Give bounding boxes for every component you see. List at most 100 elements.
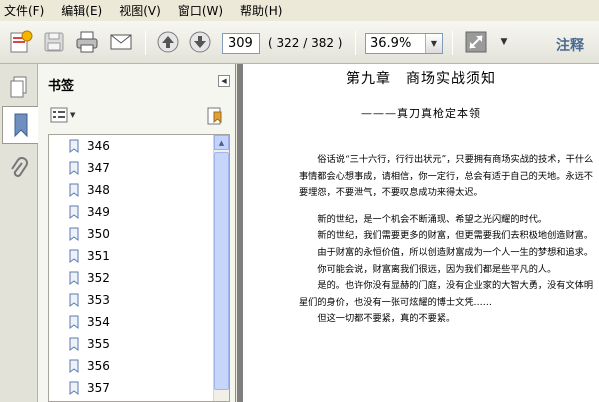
document-view[interactable]: 第九章 商场实战须知 ———真刀真枪定本领 俗话说“三十六行，行行出状元”，只要… [237,64,599,402]
list-item[interactable]: 349 [49,201,215,223]
bookmarks-panel: 书签 ◀ ▼ 346 347 348 349 350 351 352 353 3… [38,64,236,402]
bookmark-icon [69,139,79,153]
bookmark-label: 350 [87,227,110,241]
bookmark-icon [69,205,79,219]
list-item[interactable]: 351 [49,245,215,267]
list-item[interactable]: 355 [49,333,215,355]
scrollbar-thumb[interactable] [214,152,229,390]
list-item[interactable]: 347 [49,157,215,179]
bookmark-list-scrollbar[interactable]: ▲ [213,135,229,401]
arrow-up-icon [157,31,179,53]
list-item[interactable]: 346 [49,135,215,157]
bookmark-icon [69,183,79,197]
save-icon [44,32,64,52]
new-bookmark-icon [207,107,222,125]
list-item[interactable]: 356 [49,355,215,377]
zoom-select[interactable]: 36.9% ▼ [365,33,443,54]
panel-title: 书签 [48,79,75,94]
bookmark-label: 349 [87,205,110,219]
attachments-tab[interactable] [2,150,36,188]
bookmark-icon [69,315,79,329]
pages-tab[interactable] [2,68,36,106]
bookmark-items: 346 347 348 349 350 351 352 353 354 355 … [49,135,215,399]
save-button[interactable] [40,29,68,55]
collapse-panel-button[interactable]: ◀ [218,75,230,87]
list-item[interactable]: 348 [49,179,215,201]
chevron-down-icon[interactable]: ▼ [425,34,442,53]
bookmark-icon [69,227,79,241]
chevron-down-icon: ▼ [70,111,76,119]
fit-window-button[interactable] [462,29,490,55]
bookmark-list: 346 347 348 349 350 351 352 353 354 355 … [48,134,230,402]
menu-window[interactable]: 窗口(W) [178,2,223,19]
create-pdf-icon [10,30,33,53]
bookmark-label: 351 [87,249,110,263]
panel-header: 书签 ◀ [38,64,236,100]
bookmark-icon [69,293,79,307]
list-item[interactable]: 353 [49,289,215,311]
envelope-icon [110,34,132,50]
expand-icon [465,31,487,53]
paragraph: 由于财富的永恒价值，所以创造财富成为一个人一生的梦想和追求。 [317,246,594,258]
bookmark-label: 347 [87,161,110,175]
bookmark-label: 348 [87,183,110,197]
email-button[interactable] [106,29,136,55]
paragraph: 你可能会说，财富离我们很远，因为我们都是些平凡的人。 [317,263,557,275]
menu-bar: 文件(F) 编辑(E) 视图(V) 窗口(W) 帮助(H) [0,0,599,21]
list-item[interactable]: 350 [49,223,215,245]
bookmark-icon [69,337,79,351]
bookmark-label: 346 [87,139,110,153]
paragraph: 是的。也许你没有显赫的门庭，没有企业家的大智大勇，没有文体明星们的身价，也没有一… [299,280,594,308]
document-page: 第九章 商场实战须知 ———真刀真枪定本领 俗话说“三十六行，行行出状元”，只要… [243,64,599,402]
bookmark-label: 357 [87,381,110,395]
menu-edit[interactable]: 编辑(E) [61,2,102,19]
panel-tools: ▼ [38,104,236,130]
navigation-tab-strip [0,64,39,402]
bookmark-label: 352 [87,271,110,285]
paperclip-icon [11,157,28,177]
options-menu-button[interactable]: ▼ [50,107,75,123]
list-item[interactable]: 354 [49,311,215,333]
page-body: 俗话说“三十六行，行行出状元”，只要拥有商场实战的技术，干什么事情都会心想事成，… [299,152,595,328]
chapter-title: 第九章 商场实战须知 [346,71,496,87]
bookmark-label: 356 [87,359,110,373]
bookmark-icon [14,113,28,138]
bookmark-icon [69,359,79,373]
bookmark-label: 355 [87,337,110,351]
toolbar-separator [145,31,146,55]
create-pdf-button[interactable] [6,29,36,55]
more-tools-chevron-icon[interactable]: ▼ [496,29,512,55]
previous-page-button[interactable] [154,29,182,55]
bookmark-icon [69,271,79,285]
printer-icon [76,31,98,53]
bookmark-label: 354 [87,315,110,329]
toolbar-separator [452,31,453,55]
menu-help[interactable]: 帮助(H) [240,2,282,19]
paragraph: 但这一切都不要紧，真的不要紧。 [317,313,456,325]
print-button[interactable] [72,29,102,55]
page-number-input[interactable]: 309 [222,33,260,54]
paragraph: 俗话说“三十六行，行行出状元”，只要拥有商场实战的技术，干什么事情都会心想事成，… [299,154,594,199]
toolbar: 309 ( 322 / 382 ) 36.9% ▼ ▼ 注释 [0,21,599,64]
annotations-button[interactable]: 注释 [556,35,584,55]
paragraph: 新的世纪，我们需要更多的财富，但更需要我们去积极地创造财富。 [317,230,594,242]
zoom-value: 36.9% [370,36,412,51]
new-bookmark-button[interactable] [206,106,224,129]
menu-view[interactable]: 视图(V) [119,2,161,19]
bookmark-label: 353 [87,293,110,307]
bookmark-icon [69,249,79,263]
arrow-down-icon [189,31,211,53]
menu-file[interactable]: 文件(F) [4,2,44,19]
scroll-up-icon[interactable]: ▲ [214,135,229,150]
bookmark-icon [69,161,79,175]
chapter-subtitle: ———真刀真枪定本领 [361,107,481,120]
options-list-icon [50,107,68,123]
next-page-button[interactable] [186,29,214,55]
bookmarks-tab[interactable] [2,106,39,144]
bookmark-icon [69,381,79,395]
list-item[interactable]: 357 [49,377,215,399]
toolbar-separator [355,31,356,55]
paragraph: 新的世纪，是一个机会不断涌现、希望之光闪耀的时代。 [317,213,548,225]
pages-icon [10,76,27,98]
list-item[interactable]: 352 [49,267,215,289]
